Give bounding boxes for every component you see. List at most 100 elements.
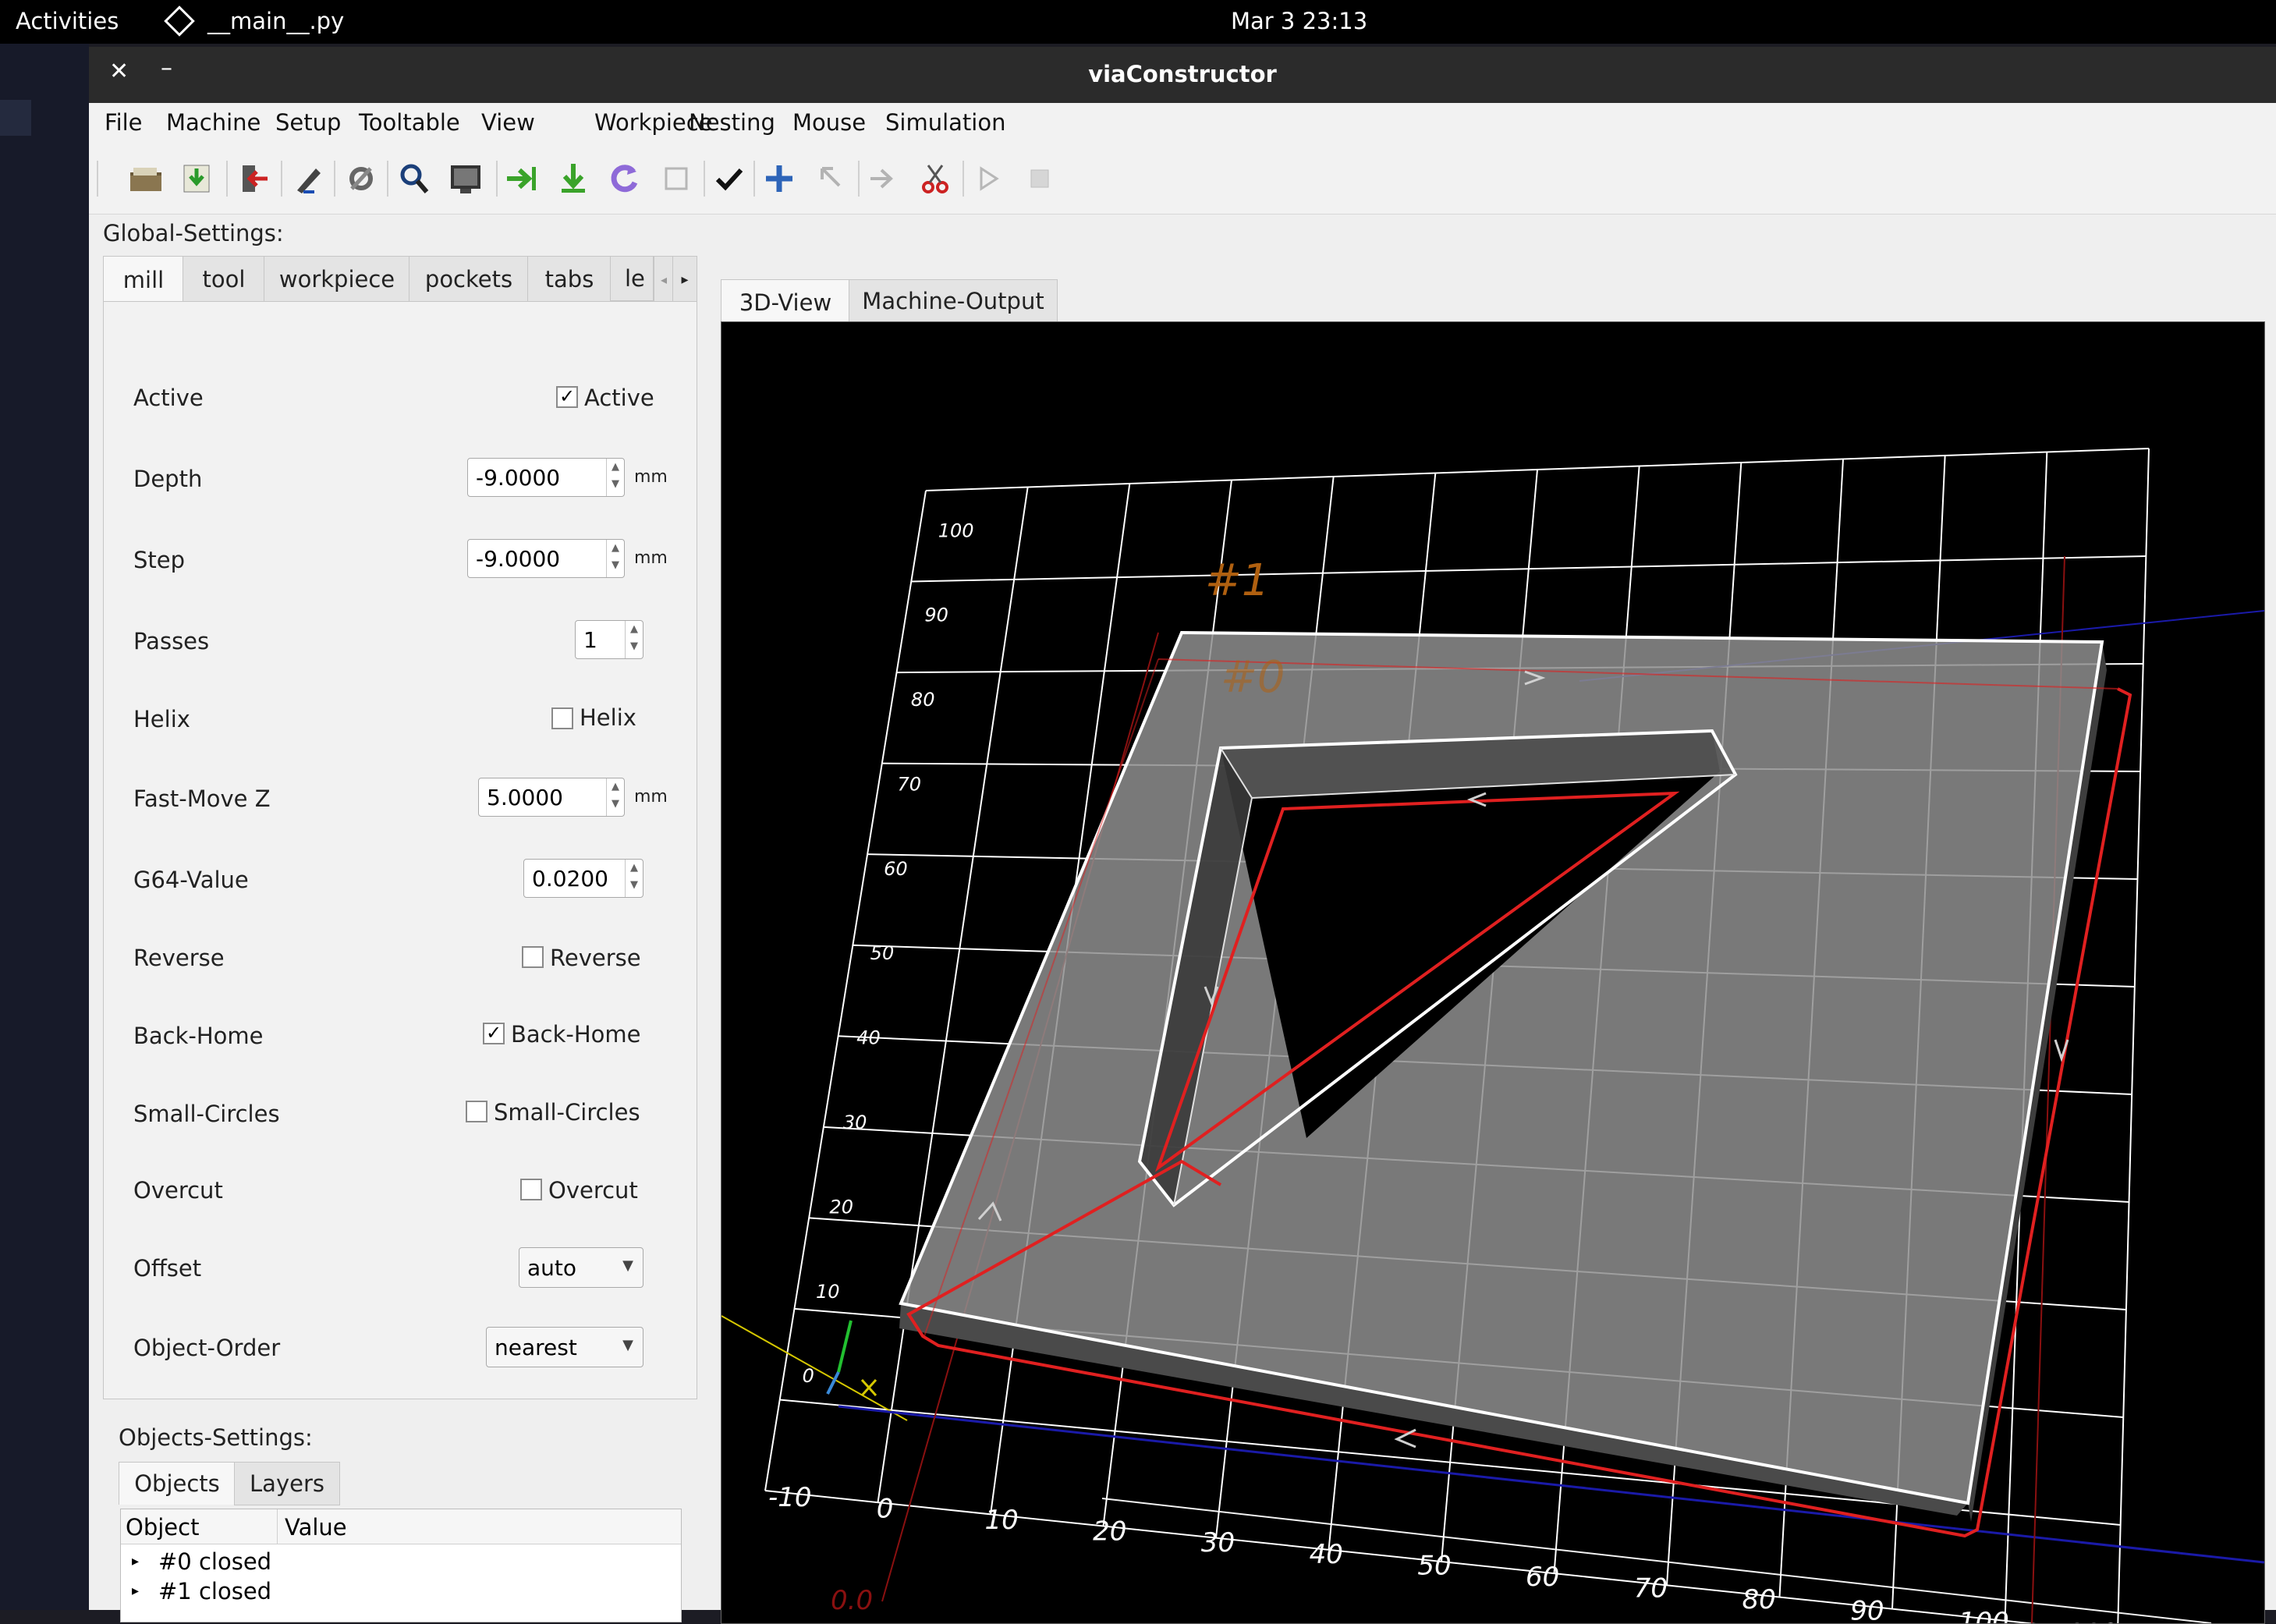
gray-forward-icon[interactable] — [866, 161, 902, 197]
table-header: Object Value — [121, 1509, 681, 1544]
toolbar-separator — [496, 161, 498, 197]
y-tick-label: 60 — [884, 858, 908, 880]
backhome-checkbox-label: Back-Home — [511, 1021, 641, 1048]
depth-label: Depth — [133, 466, 203, 492]
tab-mill[interactable]: mill — [103, 256, 184, 303]
g64-spinbox[interactable]: 0.0200 ▲ ▼ — [523, 859, 643, 898]
spin-arrows-icon[interactable]: ▲ ▼ — [606, 459, 624, 496]
fastmove-unit: mm — [634, 787, 668, 807]
offset-select[interactable]: auto ▼ — [519, 1247, 643, 1288]
fastmove-spinbox[interactable]: 5.0000 ▲ ▼ — [478, 778, 625, 817]
mill-settings-pane: Active ✓ Active Depth -9.0000 ▲ ▼ mm Step… — [103, 301, 697, 1399]
menu-setup[interactable]: Setup — [275, 109, 341, 136]
title-bar[interactable]: ✕ – viaConstructor — [89, 47, 2276, 103]
spin-arrows-icon[interactable]: ▲ ▼ — [606, 540, 624, 577]
preview-icon[interactable] — [448, 161, 484, 197]
3d-viewport[interactable]: #1 #0 0.0 100 90 80 70 60 50 40 30 20 10 0 -10 0 10 2… — [721, 321, 2265, 1624]
check-icon[interactable] — [711, 161, 747, 197]
depth-spinbox[interactable]: -9.0000 ▲ ▼ — [467, 458, 625, 497]
play-icon[interactable] — [970, 161, 1006, 197]
table-row[interactable]: ▸ #1 closed — [121, 1576, 681, 1606]
fastmove-label: Fast-Move Z — [133, 785, 271, 812]
menu-bar: File Machine Setup Tooltable View Workpi… — [89, 103, 2276, 144]
stop-icon[interactable] — [1022, 161, 1058, 197]
menu-simulation[interactable]: Simulation — [885, 109, 1005, 136]
column-value[interactable]: Value — [285, 1514, 347, 1541]
gray-pointer-icon[interactable] — [813, 161, 849, 197]
reverse-checkbox[interactable] — [522, 946, 544, 968]
cut-icon[interactable] — [917, 161, 953, 197]
menu-nesting[interactable]: Nesting — [689, 109, 775, 136]
passes-label: Passes — [133, 628, 210, 654]
tab-objects[interactable]: Objects — [119, 1462, 236, 1505]
app-icon — [164, 5, 195, 37]
expand-arrow-icon[interactable]: ▸ — [132, 1553, 139, 1569]
rotate-icon[interactable] — [607, 161, 643, 197]
tab-tabs[interactable]: tabs — [527, 256, 612, 303]
tab-tool[interactable]: tool — [183, 256, 265, 303]
toolbar-separator — [334, 161, 335, 197]
helix-checkbox[interactable] — [551, 707, 573, 729]
y-axis-indicator — [837, 1320, 853, 1373]
offset-label: Offset — [133, 1255, 202, 1282]
exit-icon[interactable] — [237, 161, 273, 197]
step-spinbox[interactable]: -9.0000 ▲ ▼ — [467, 539, 625, 578]
smallcircles-label: Small-Circles — [133, 1101, 280, 1127]
menu-tooltable[interactable]: Tooltable — [359, 109, 460, 136]
tab-machine-output[interactable]: Machine-Output — [849, 279, 1058, 323]
menu-machine[interactable]: Machine — [166, 109, 261, 136]
add-icon[interactable] — [761, 161, 797, 197]
3d-scene: #1 #0 0.0 1009080706050403020100 -10 0 10 2… — [721, 448, 2264, 1623]
fastmove-value: 5.0000 — [487, 785, 563, 810]
settings-tools-icon[interactable] — [343, 161, 379, 197]
spin-arrows-icon[interactable]: ▲ ▼ — [625, 621, 643, 658]
arrow-right-icon[interactable] — [504, 161, 540, 197]
table-row[interactable]: ▸ #0 closed — [121, 1547, 681, 1576]
menu-file[interactable]: File — [105, 109, 143, 136]
x-tick-label: 110 — [2067, 1619, 2118, 1623]
y-tick-label: 30 — [843, 1112, 867, 1133]
tab-workpiece[interactable]: workpiece — [264, 256, 410, 303]
spin-arrows-icon[interactable]: ▲ ▼ — [625, 860, 643, 897]
object-order-select[interactable]: nearest ▼ — [486, 1327, 643, 1367]
objects-settings-label: Objects-Settings: — [119, 1424, 313, 1451]
z-axis-indicator — [826, 1371, 840, 1395]
desktop-left-strip — [0, 44, 89, 1610]
gray-icon[interactable] — [658, 161, 694, 197]
x-tick-label: 80 — [1742, 1584, 1775, 1615]
passes-spinbox[interactable]: 1 ▲ ▼ — [575, 620, 643, 659]
backhome-checkbox[interactable]: ✓ — [483, 1023, 505, 1044]
toolbar-separator — [387, 161, 388, 197]
menu-mouse[interactable]: Mouse — [792, 109, 866, 136]
tab-scroll-left-icon[interactable]: ◂ — [654, 256, 674, 303]
menu-view[interactable]: View — [481, 109, 535, 136]
x-tick-label: 10 — [984, 1505, 1018, 1536]
tab-layers[interactable]: Layers — [234, 1462, 340, 1505]
tab-3d-view[interactable]: 3D-View — [721, 279, 850, 325]
toolbar-separator — [963, 161, 964, 197]
y-tick-label: 100 — [938, 519, 974, 541]
clock[interactable]: Mar 3 23:13 — [1231, 8, 1367, 34]
overcut-checkbox[interactable] — [520, 1179, 542, 1200]
expand-arrow-icon[interactable]: ▸ — [132, 1583, 139, 1599]
app-menu[interactable]: __main__.py — [164, 5, 344, 37]
reverse-checkbox-label: Reverse — [550, 945, 641, 971]
arrow-down-icon[interactable] — [555, 161, 591, 197]
save-icon[interactable] — [179, 161, 214, 197]
tab-scroll-right-icon[interactable]: ▸ — [672, 256, 697, 303]
x-tick-label: -10 — [768, 1482, 812, 1513]
overcut-checkbox-label: Overcut — [548, 1177, 638, 1204]
tab-le[interactable]: le — [610, 256, 654, 301]
spin-arrows-icon[interactable]: ▲ ▼ — [606, 778, 624, 816]
toolbar-handle[interactable] — [97, 161, 98, 197]
column-object[interactable]: Object — [126, 1514, 199, 1541]
smallcircles-checkbox[interactable] — [466, 1101, 487, 1122]
active-checkbox[interactable]: ✓ — [556, 386, 578, 408]
tab-pockets[interactable]: pockets — [409, 256, 529, 303]
zoom-icon[interactable] — [396, 161, 432, 197]
y-tick-label: 80 — [911, 689, 935, 711]
activities-button[interactable]: Activities — [16, 8, 119, 34]
label-0: #0 — [1221, 652, 1285, 703]
edit-icon[interactable] — [290, 161, 326, 197]
open-file-icon[interactable] — [128, 161, 164, 197]
